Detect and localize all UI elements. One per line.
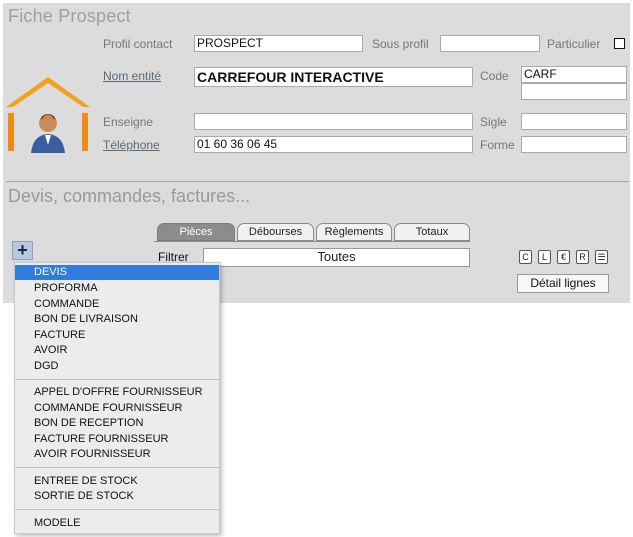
enseigne-field[interactable] (194, 113, 473, 130)
menu-item-avoir[interactable]: AVOIR (15, 343, 219, 358)
menu-item-bon-de-reception[interactable]: BON DE RECEPTION (15, 416, 219, 431)
sous-profil-field[interactable] (440, 35, 540, 52)
tab-pieces[interactable]: Pièces (157, 223, 235, 241)
menu-item-entree-de-stock[interactable]: ENTREE DE STOCK (15, 474, 219, 489)
menu-item-bon-de-livraison[interactable]: BON DE LIVRAISON (15, 312, 219, 327)
code-field[interactable]: CARF (521, 66, 627, 83)
tab-underline (154, 241, 470, 242)
menu-item-commande-fournisseur[interactable]: COMMANDE FOURNISSEUR (15, 401, 219, 416)
nom-entite-field[interactable]: CARREFOUR INTERACTIVE (194, 67, 473, 87)
detail-lignes-button[interactable]: Détail lignes (517, 274, 609, 293)
add-button[interactable]: + (12, 241, 33, 260)
telephone-field[interactable]: 01 60 36 06 45 (194, 136, 473, 153)
menu-item-avoir-fournisseur[interactable]: AVOIR FOURNISSEUR (15, 447, 219, 462)
tab-debourses[interactable]: Débourses (237, 223, 314, 241)
menu-item-proforma[interactable]: PROFORMA (15, 281, 219, 296)
particulier-checkbox[interactable] (614, 38, 625, 49)
code-field-2[interactable] (521, 83, 627, 100)
filter-select[interactable]: Toutes (203, 248, 470, 267)
r-button[interactable]: R (576, 250, 589, 264)
menu-separator (15, 379, 219, 380)
menu-item-facture-fournisseur[interactable]: FACTURE FOURNISSEUR (15, 432, 219, 447)
list-button[interactable]: ☰ (595, 250, 608, 264)
window-title: Fiche Prospect (8, 6, 131, 26)
menu-item-dgd[interactable]: DGD (15, 359, 219, 374)
sigle-label: Sigle (480, 115, 507, 129)
menu-item-sortie-de-stock[interactable]: SORTIE DE STOCK (15, 489, 219, 504)
euro-button[interactable]: € (557, 250, 570, 264)
profil-contact-field[interactable]: PROSPECT (194, 35, 363, 52)
sigle-field[interactable] (521, 113, 627, 130)
menu-item-appel-offre-fournisseur[interactable]: APPEL D'OFFRE FOURNISSEUR (15, 385, 219, 400)
particulier-label: Particulier (547, 37, 601, 51)
telephone-link[interactable]: Téléphone (103, 138, 160, 152)
menu-item-devis[interactable]: DEVIS (15, 265, 219, 280)
section-title: Devis, commandes, factures... (8, 186, 251, 206)
profil-contact-label: Profil contact (103, 37, 173, 51)
l-button[interactable]: L (538, 250, 551, 264)
house-contact-icon (3, 75, 93, 155)
menu-separator (15, 509, 219, 510)
menu-item-facture[interactable]: FACTURE (15, 328, 219, 343)
menu-item-modele[interactable]: MODELE (15, 516, 219, 531)
menu-separator (15, 467, 219, 468)
nom-entite-link[interactable]: Nom entité (103, 69, 161, 83)
menu-item-commande[interactable]: COMMANDE (15, 297, 219, 312)
tab-totaux[interactable]: Totaux (394, 223, 470, 241)
document-type-menu: DEVIS PROFORMA COMMANDE BON DE LIVRAISON… (14, 262, 220, 534)
forme-field[interactable] (521, 136, 627, 153)
forme-label: Forme (480, 138, 515, 152)
code-label: Code (480, 69, 509, 83)
sous-profil-label: Sous profil (372, 37, 429, 51)
tab-reglements[interactable]: Règlements (316, 223, 392, 241)
c-button[interactable]: C (519, 250, 532, 264)
enseigne-label: Enseigne (103, 115, 154, 129)
section-divider (6, 181, 629, 182)
